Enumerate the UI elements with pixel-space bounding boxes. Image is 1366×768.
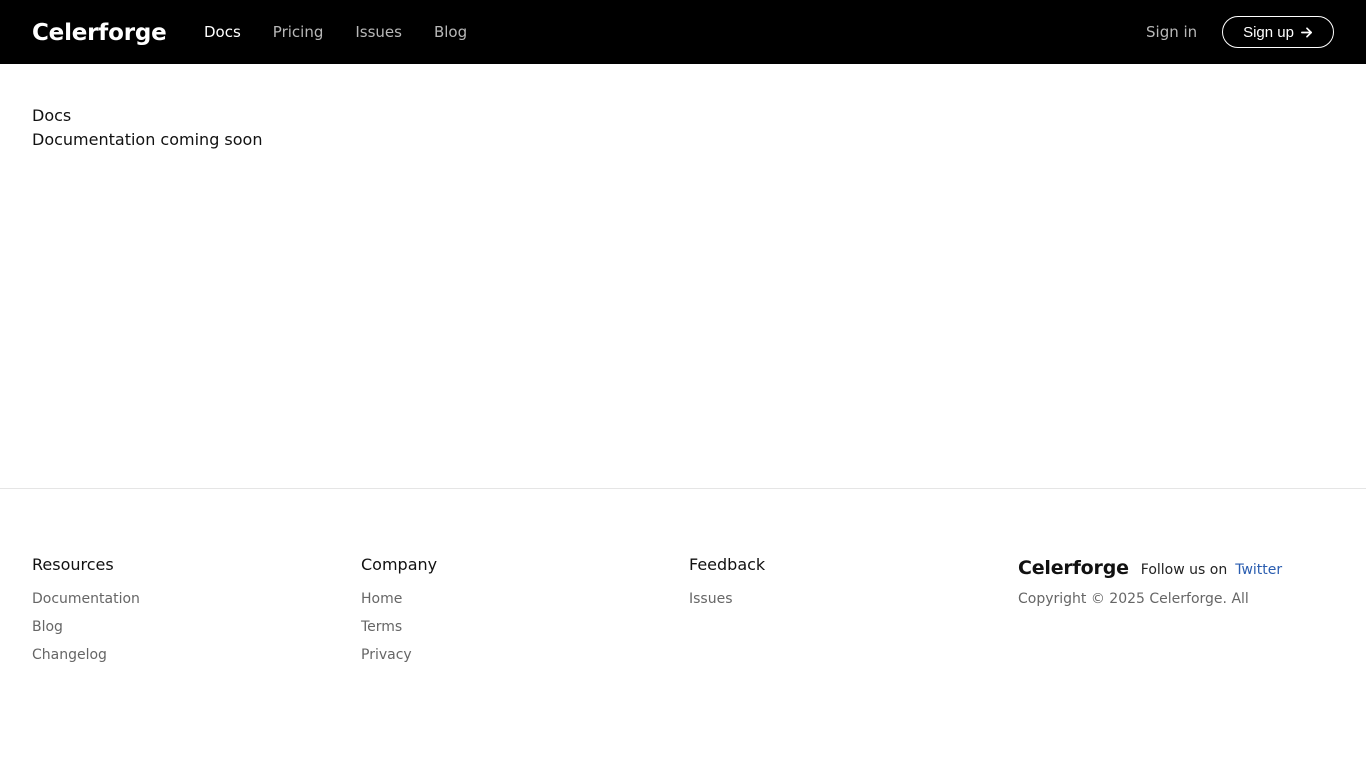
footer-link-privacy[interactable]: Privacy bbox=[361, 641, 437, 669]
page-title: Docs bbox=[32, 106, 72, 125]
footer-company-heading: Company bbox=[361, 555, 438, 574]
nav-blog[interactable]: Blog bbox=[434, 20, 467, 44]
copyright-text: Copyright © 2025 Celerforge. All bbox=[1018, 591, 1249, 607]
footer-divider bbox=[0, 488, 1366, 489]
footer-link-blog[interactable]: Blog bbox=[32, 613, 140, 641]
footer-feedback-heading: Feedback bbox=[689, 555, 766, 574]
footer-resources-heading: Resources bbox=[32, 555, 114, 574]
sign-up-label: Sign up bbox=[1243, 23, 1294, 41]
footer-resources: Resources Documentation Blog Changelog bbox=[32, 553, 140, 669]
top-navbar: Celerforge Docs Pricing Issues Blog Sign… bbox=[0, 0, 1366, 64]
follow-us-text: Follow us on bbox=[1140, 562, 1228, 578]
twitter-link[interactable]: Twitter bbox=[1235, 557, 1282, 583]
page-subtitle: Documentation coming soon bbox=[32, 130, 263, 149]
main-nav: Docs Pricing Issues Blog bbox=[204, 20, 467, 44]
footer-link-home[interactable]: Home bbox=[361, 585, 437, 613]
sign-in-link[interactable]: Sign in bbox=[1146, 20, 1197, 44]
main-content: Docs Documentation coming soon bbox=[32, 104, 262, 152]
sign-up-button[interactable]: Sign up bbox=[1222, 16, 1334, 48]
nav-docs[interactable]: Docs bbox=[204, 20, 241, 44]
arrow-right-icon bbox=[1300, 26, 1312, 38]
nav-issues[interactable]: Issues bbox=[355, 20, 402, 44]
nav-pricing[interactable]: Pricing bbox=[273, 20, 324, 44]
footer-link-changelog[interactable]: Changelog bbox=[32, 641, 140, 669]
footer-company: Company Home Terms Privacy bbox=[361, 553, 437, 669]
footer-link-issues[interactable]: Issues bbox=[689, 585, 765, 613]
footer-link-terms[interactable]: Terms bbox=[361, 613, 437, 641]
footer-brand: Celerforge Follow us on Twitter bbox=[1018, 555, 1282, 583]
footer-logo[interactable]: Celerforge bbox=[1018, 555, 1129, 581]
footer-link-documentation[interactable]: Documentation bbox=[32, 585, 140, 613]
footer-feedback: Feedback Issues bbox=[689, 553, 765, 613]
brand-logo[interactable]: Celerforge bbox=[32, 17, 167, 49]
